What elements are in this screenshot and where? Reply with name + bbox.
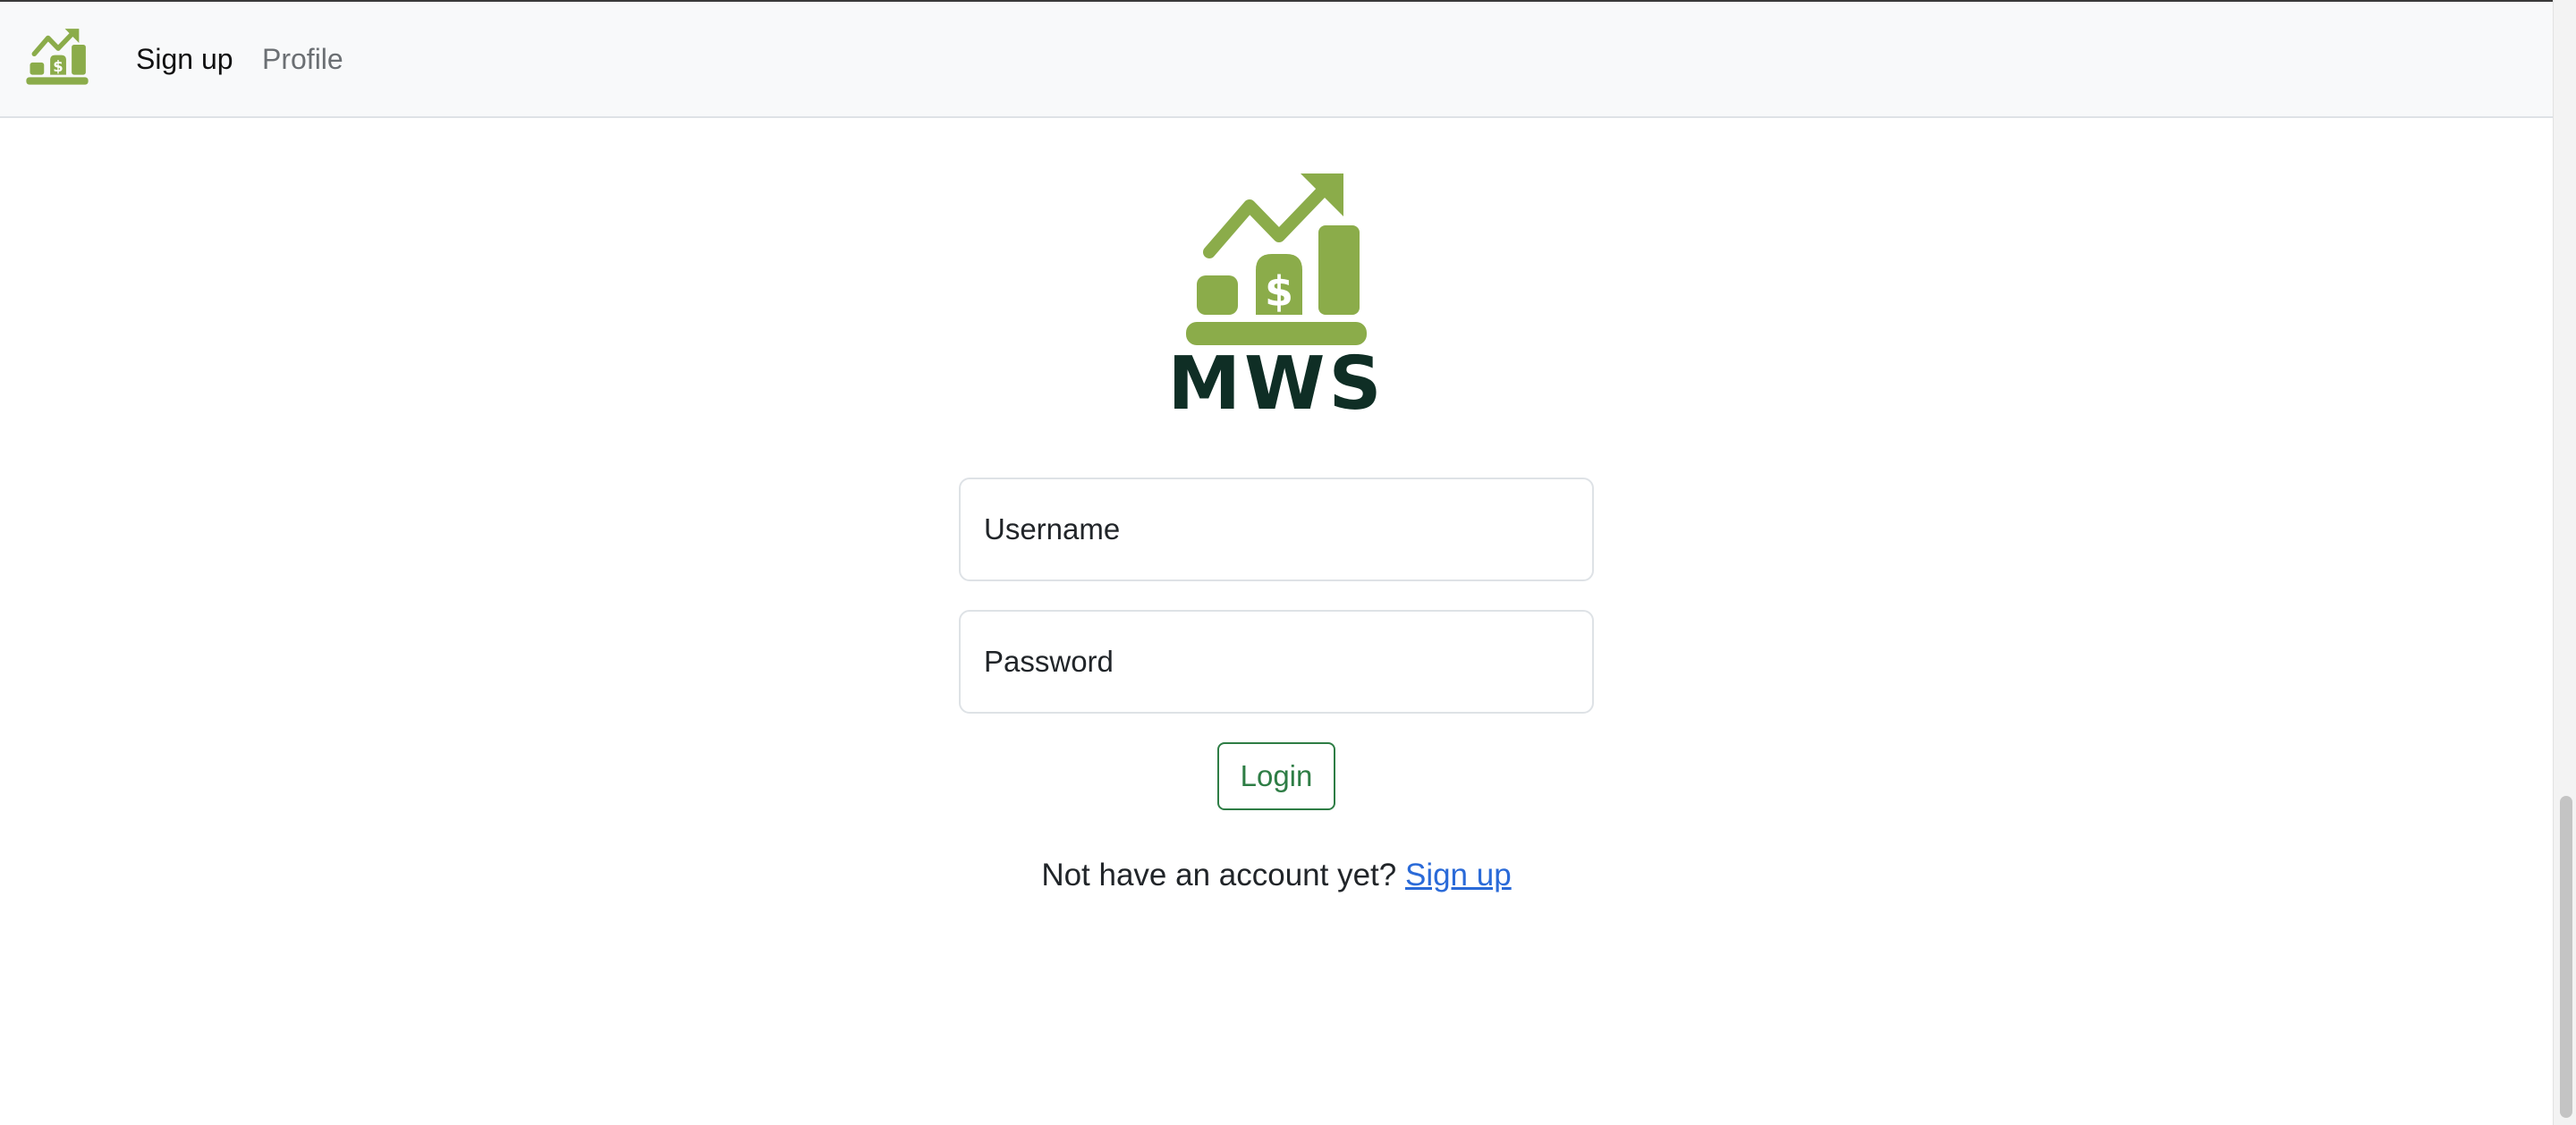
scrollbar[interactable] xyxy=(2553,0,2576,1125)
login-page: $ Sign up Profile $ MWS Login Not have a… xyxy=(0,0,2576,1125)
signup-prompt-text: Not have an account yet? xyxy=(1041,858,1405,892)
password-input[interactable] xyxy=(959,610,1594,714)
navbar: $ Sign up Profile xyxy=(0,2,2553,118)
brand-logo-icon: $ xyxy=(1186,173,1367,345)
signup-prompt: Not have an account yet? Sign up xyxy=(0,857,2553,894)
nav-signup-link[interactable]: Sign up xyxy=(136,41,233,77)
navbar-logo-icon[interactable]: $ xyxy=(25,23,89,88)
svg-text:$: $ xyxy=(1265,267,1293,316)
nav-profile-link[interactable]: Profile xyxy=(262,41,343,77)
svg-text:$: $ xyxy=(53,58,63,75)
login-button[interactable]: Login xyxy=(1217,742,1335,810)
username-input[interactable] xyxy=(959,478,1594,581)
scrollbar-thumb[interactable] xyxy=(2560,796,2572,1118)
brand-name: MWS xyxy=(1167,342,1385,427)
signup-link[interactable]: Sign up xyxy=(1405,858,1512,892)
